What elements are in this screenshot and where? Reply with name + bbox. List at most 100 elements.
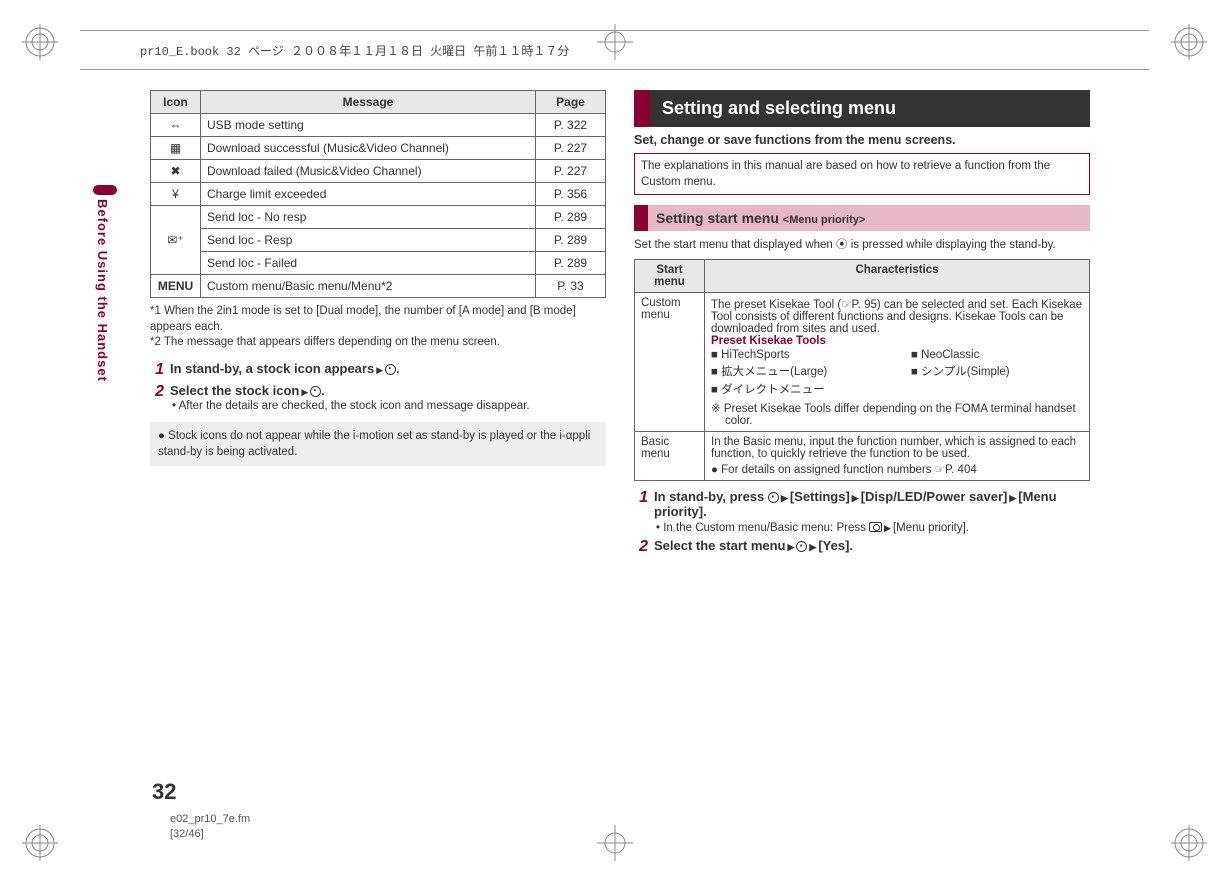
- table-row: ⇔ USB mode setting P. 322: [151, 114, 606, 137]
- cell-page: P. 33: [536, 275, 606, 298]
- footer-filename: e02_pr10_7e.fm: [170, 813, 250, 825]
- tool-item: 拡大メニュー(Large): [711, 363, 881, 379]
- subsection-body: Set the start menu that displayed when ⦿…: [634, 237, 1090, 253]
- footnotes: *1 When the 2in1 mode is set to [Dual mo…: [150, 304, 606, 351]
- crop-mark-bottom-left: [22, 825, 58, 861]
- table-row: Basic menu In the Basic menu, input the …: [635, 432, 1090, 481]
- camera-key-icon: [869, 522, 882, 532]
- chapter-tab: Before Using the Handset: [95, 185, 117, 382]
- table-row: Send loc - Resp P. 289: [151, 229, 606, 252]
- source-file-label: pr10_E.book 32 ページ ２００８年１１月１８日 火曜日 午前１１時…: [80, 42, 569, 59]
- th-page: Page: [536, 91, 606, 114]
- right-column: Setting and selecting menu Set, change o…: [634, 90, 1090, 560]
- triangle-icon: [1007, 489, 1018, 504]
- step-2: 2 Select the stock icon. • After the det…: [150, 383, 606, 412]
- cell-page: P. 289: [536, 252, 606, 275]
- footer-file: e02_pr10_7e.fm [32/46]: [170, 812, 250, 841]
- menu-icon: MENU: [151, 275, 201, 298]
- cell-basic-menu: Basic menu: [635, 432, 705, 481]
- subsection-title: Setting start menu: [656, 210, 783, 226]
- table-row: Custom menu The preset Kisekae Tool (☞P.…: [635, 293, 1090, 432]
- step-number-1: 1: [150, 361, 164, 379]
- table-row: Send loc - Failed P. 289: [151, 252, 606, 275]
- crop-mark-bottom-center: [597, 825, 633, 861]
- center-key-icon: [385, 364, 396, 375]
- basic-sub: ● For details on assigned function numbe…: [711, 462, 1083, 476]
- step-2-right: 2 Select the start menu [Yes].: [634, 538, 1090, 556]
- tool-item: HiTechSports: [711, 349, 881, 361]
- cell-message: Send loc - No resp: [201, 206, 536, 229]
- step-1-right: 1 In stand-by, press [Settings][Disp/LED…: [634, 489, 1090, 534]
- th-icon: Icon: [151, 91, 201, 114]
- r-step2-title: Select the start menu: [654, 538, 786, 553]
- cell-message: Charge limit exceeded: [201, 183, 536, 206]
- footnote-1: *1 When the 2in1 mode is set to [Dual mo…: [150, 304, 606, 335]
- page-number: 32: [152, 779, 176, 805]
- left-column: Icon Message Page ⇔ USB mode setting P. …: [150, 90, 606, 560]
- cell-custom-menu: Custom menu: [635, 293, 705, 432]
- step-2-title: Select the stock icon: [170, 383, 299, 398]
- cell-page: P. 289: [536, 229, 606, 252]
- th-characteristics: Characteristics: [705, 260, 1090, 293]
- subsection-tag: <Menu priority>: [783, 214, 866, 226]
- crop-mark-top-left: [22, 24, 58, 60]
- cell-message: USB mode setting: [201, 114, 536, 137]
- tool-item: シンプル(Simple): [911, 363, 1081, 379]
- cell-custom-desc: The preset Kisekae Tool (☞P. 95) can be …: [705, 293, 1090, 432]
- section-subtitle: Set, change or save functions from the m…: [634, 133, 1090, 147]
- info-box: The explanations in this manual are base…: [634, 153, 1090, 195]
- step-number-1: 1: [634, 489, 648, 534]
- triangle-icon: [779, 489, 790, 504]
- triangle-icon: [786, 538, 797, 553]
- cell-page: P. 322: [536, 114, 606, 137]
- download-ok-icon: ▦: [151, 137, 201, 160]
- basic-desc-text: In the Basic menu, input the function nu…: [711, 436, 1076, 460]
- r-step1-sub-text: • In the Custom menu/Basic menu: Press: [656, 522, 869, 534]
- table-row: ▦ Download successful (Music&Video Chann…: [151, 137, 606, 160]
- chapter-tab-pill: [93, 185, 117, 195]
- top-bar: pr10_E.book 32 ページ ２００８年１１月１８日 火曜日 午前１１時…: [80, 30, 1149, 70]
- step-number-2: 2: [150, 383, 164, 412]
- table-row: ✉⁺ Send loc - No resp P. 289: [151, 206, 606, 229]
- table-row: ¥ Charge limit exceeded P. 356: [151, 183, 606, 206]
- step-1-title: In stand-by, a stock icon appears: [170, 361, 374, 376]
- step-2-tail: .: [321, 384, 324, 398]
- send-loc-icon: ✉⁺: [151, 206, 201, 275]
- center-key-icon: [768, 492, 779, 503]
- step-1-tail: .: [396, 362, 399, 376]
- crop-mark-bottom-right: [1171, 825, 1207, 861]
- th-start-menu: Start menu: [635, 260, 705, 293]
- triangle-icon: [850, 489, 861, 504]
- tool-item: NeoClassic: [911, 349, 1081, 361]
- cell-message: Send loc - Resp: [201, 229, 536, 252]
- cell-page: P. 356: [536, 183, 606, 206]
- r-step1-seg1: In stand-by, press: [654, 489, 768, 504]
- usb-icon: ⇔: [151, 114, 201, 137]
- crop-mark-top-right: [1171, 24, 1207, 60]
- cell-basic-desc: In the Basic menu, input the function nu…: [705, 432, 1090, 481]
- download-fail-icon: ✖: [151, 160, 201, 183]
- cell-page: P. 227: [536, 160, 606, 183]
- characteristics-table: Start menu Characteristics Custom menu T…: [634, 259, 1090, 481]
- step-number-2: 2: [634, 538, 648, 556]
- r-step1-sub-tail: [Menu priority].: [893, 522, 969, 534]
- cell-message: Download failed (Music&Video Channel): [201, 160, 536, 183]
- footnote-2: *2 The message that appears differs depe…: [150, 335, 606, 351]
- center-key-icon: [310, 386, 321, 397]
- cell-message: Download successful (Music&Video Channel…: [201, 137, 536, 160]
- note-box: Stock icons do not appear while the i-mo…: [150, 422, 606, 466]
- triangle-icon: [374, 362, 385, 376]
- note-text: Stock icons do not appear while the i-mo…: [158, 430, 590, 458]
- section-header: Setting and selecting menu: [634, 90, 1090, 127]
- preset-tools-list: HiTechSports NeoClassic 拡大メニュー(Large) シン…: [711, 349, 1083, 397]
- stock-icon-table: Icon Message Page ⇔ USB mode setting P. …: [150, 90, 606, 298]
- basic-sub-text: For details on assigned function numbers…: [721, 464, 977, 476]
- r-step1-seg3: [Disp/LED/Power saver]: [861, 489, 1008, 504]
- step-1: 1 In stand-by, a stock icon appears.: [150, 361, 606, 379]
- step-2-sub: • After the details are checked, the sto…: [170, 400, 606, 412]
- r-step1-sub: • In the Custom menu/Basic menu: Press […: [654, 521, 1090, 534]
- cell-message: Send loc - Failed: [201, 252, 536, 275]
- center-key-icon: [796, 541, 807, 552]
- r-step2-tail: [Yes].: [818, 538, 853, 553]
- triangle-icon: [882, 522, 893, 534]
